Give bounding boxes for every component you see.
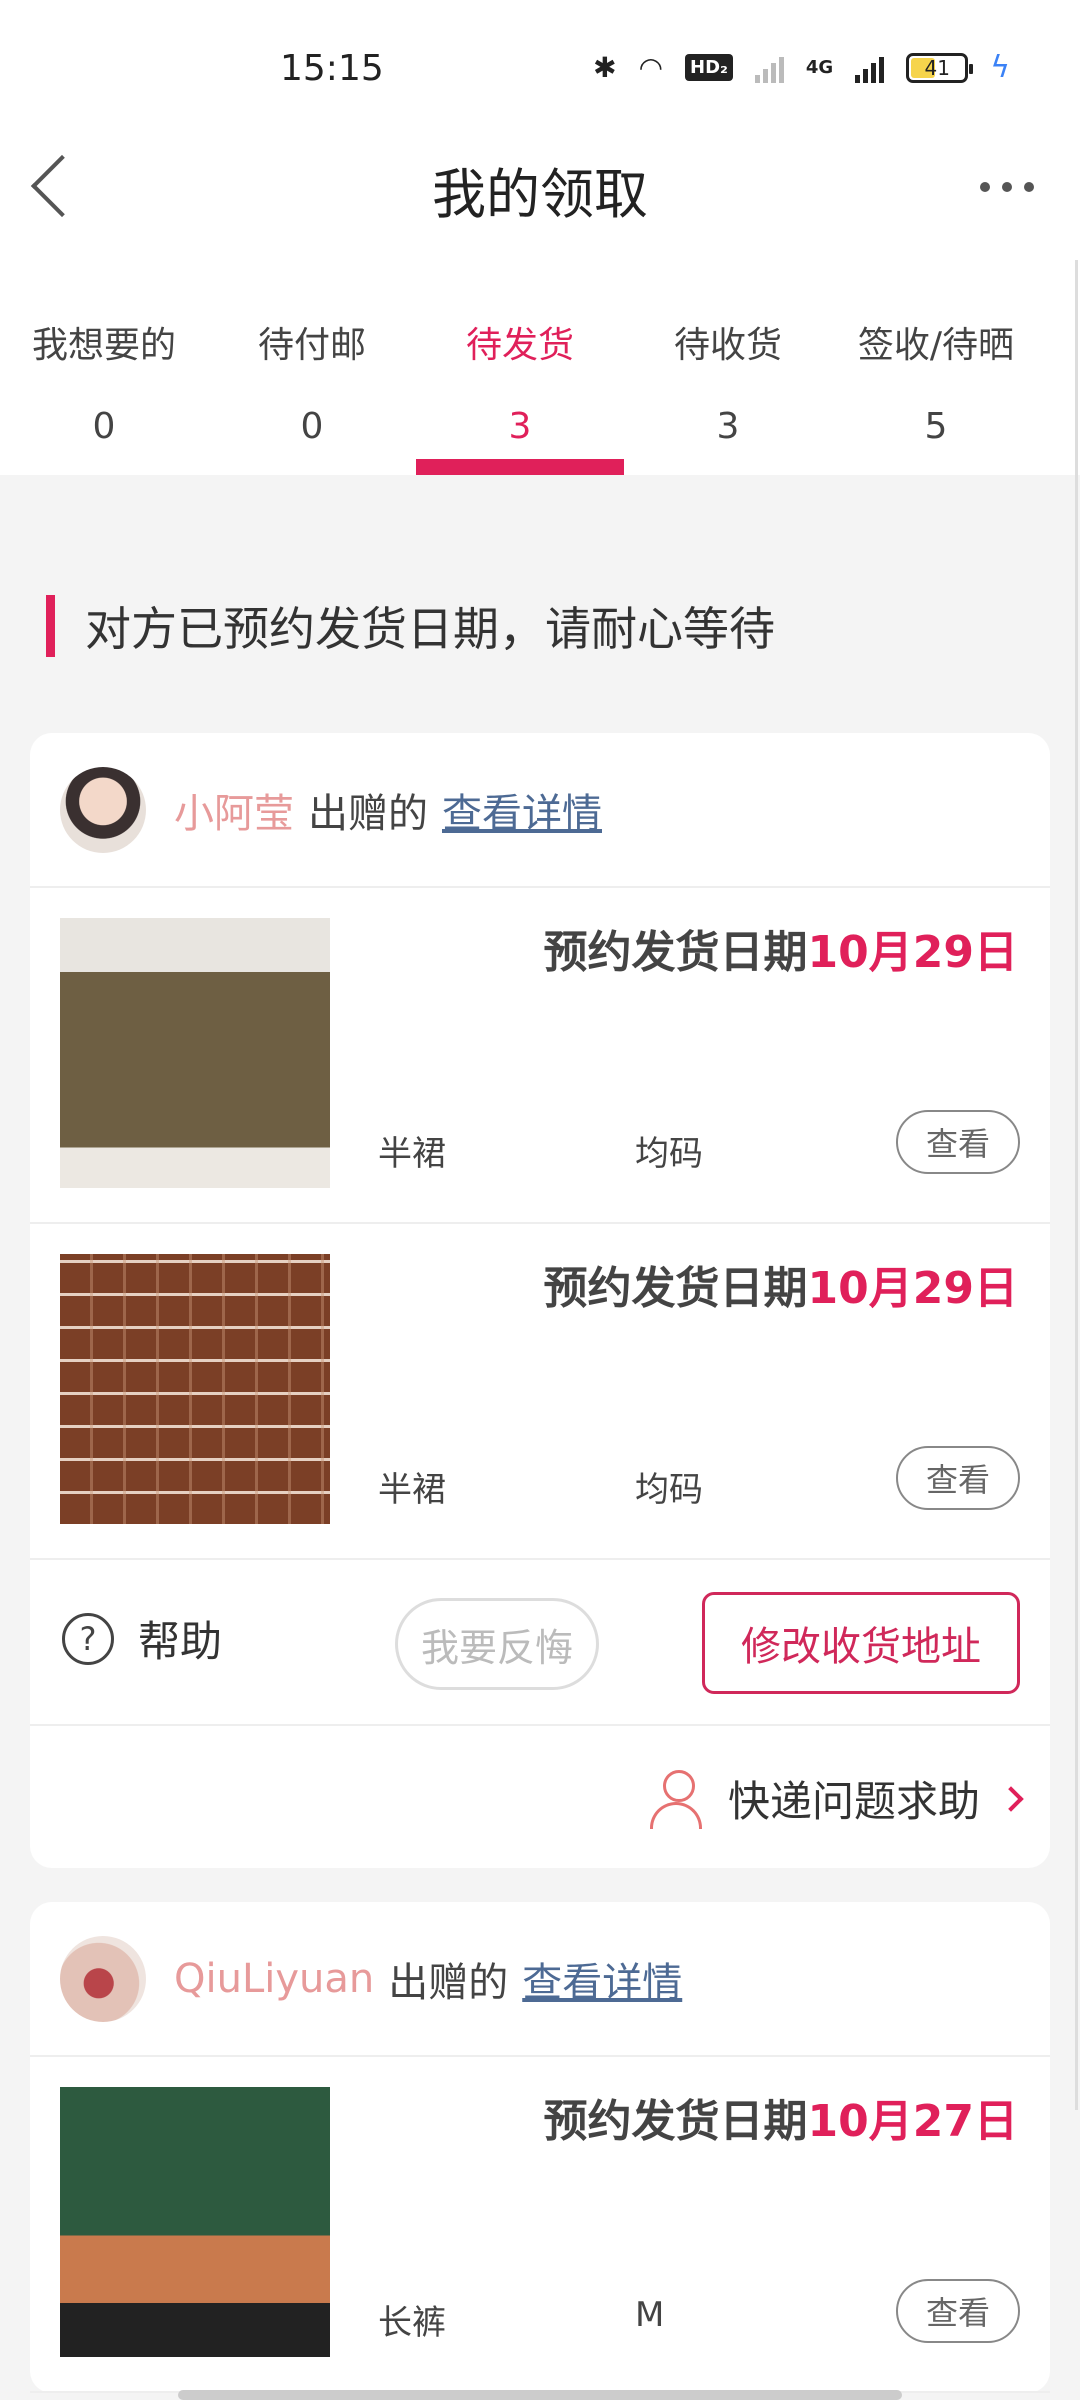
tab-label: 待付邮 <box>257 325 366 366</box>
tab-label: 签收/待晒 <box>857 325 1015 366</box>
tab-label: 待发货 <box>465 325 574 366</box>
tab-label: 待收货 <box>673 325 782 366</box>
network-type: 4G <box>805 57 834 78</box>
tab-want[interactable]: 我想要的 0 <box>0 300 208 475</box>
item-category: 半裙 <box>378 1134 446 1174</box>
charging-icon: ϟ <box>990 50 1010 85</box>
tab-count: 0 <box>92 406 116 447</box>
gave-text: 出赠的 <box>308 790 428 837</box>
status-time: 15:15 <box>280 48 384 89</box>
list-item: 预约发货日期10月29日 半裙 均码 查看 <box>30 888 1050 1224</box>
header-area: 15:15 ✱ ◠ HD₂ 4G 41 ϟ 我的领取 我想要的 0 待付邮 0 … <box>0 0 1080 475</box>
express-help-row: 快递问题求助 <box>30 1726 1050 1868</box>
card-header: 小阿莹 出赠的 查看详情 <box>30 733 1050 888</box>
notice-banner: 对方已预约发货日期，请耐心等待 <box>46 595 775 657</box>
tab-count: 3 <box>508 406 532 447</box>
question-icon: ? <box>62 1612 114 1665</box>
tab-pending-shipment[interactable]: 待发货 3 <box>416 300 624 475</box>
gave-text: 出赠的 <box>388 1959 509 2006</box>
tab-pending-postage[interactable]: 待付邮 0 <box>208 300 416 475</box>
regret-button[interactable]: 我要反悔 <box>395 1598 599 1690</box>
card-actions: ? 帮助 我要反悔 修改收货地址 <box>30 1560 1050 1726</box>
wifi-icon: ◠ <box>638 51 663 84</box>
express-help-label: 快递问题求助 <box>727 1777 980 1826</box>
help-button[interactable]: ? 帮助 <box>62 1608 222 1669</box>
item-photo[interactable] <box>60 1254 330 1524</box>
bluetooth-icon: ✱ <box>593 51 617 84</box>
item-photo[interactable] <box>60 2087 330 2357</box>
ship-date: 预约发货日期10月29日 <box>543 927 1018 978</box>
battery-icon: 41 <box>906 52 974 83</box>
chevron-right-icon <box>998 1785 1024 1812</box>
page-title: 我的领取 <box>432 163 648 226</box>
item-size: M <box>635 2295 665 2335</box>
signal-icon <box>855 53 885 83</box>
card-header: QiuLiyuan 出赠的 查看详情 <box>30 1902 1050 2057</box>
giver-name[interactable]: QiuLiyuan <box>174 1956 374 2002</box>
tab-count: 0 <box>300 406 324 447</box>
bottom-bar <box>178 2390 902 2400</box>
status-icons: ✱ ◠ HD₂ 4G 41 ϟ <box>593 50 1010 85</box>
view-details-link[interactable]: 查看详情 <box>522 1950 682 2008</box>
tab-count: 3 <box>716 406 740 447</box>
item-category: 半裙 <box>378 1470 446 1510</box>
view-button[interactable]: 查看 <box>896 2279 1020 2343</box>
view-details-link[interactable]: 查看详情 <box>442 781 602 839</box>
avatar[interactable] <box>60 766 146 853</box>
view-button[interactable]: 查看 <box>896 1446 1020 1510</box>
item-size: 均码 <box>635 1134 703 1174</box>
gift-card: 小阿莹 出赠的 查看详情 预约发货日期10月29日 半裙 均码 查看 预约发货日… <box>30 733 1050 1868</box>
view-button[interactable]: 查看 <box>896 1110 1020 1174</box>
tab-count: 5 <box>924 406 948 447</box>
express-help-link[interactable]: 快递问题求助 <box>649 1768 1024 1829</box>
ship-date: 预约发货日期10月27日 <box>543 2096 1018 2147</box>
notice-accent-bar <box>46 595 55 657</box>
scrollbar[interactable] <box>1075 260 1078 2110</box>
tab-label: 我想要的 <box>31 325 176 366</box>
avatar[interactable] <box>60 1935 146 2022</box>
more-icon[interactable] <box>980 182 1034 192</box>
tab-signed[interactable]: 签收/待晒 5 <box>832 300 1040 475</box>
list-item: 预约发货日期10月27日 长裤 M 查看 <box>30 2057 1050 2393</box>
change-address-button[interactable]: 修改收货地址 <box>702 1592 1020 1694</box>
item-photo[interactable] <box>60 918 330 1188</box>
gift-card: QiuLiyuan 出赠的 查看详情 预约发货日期10月27日 长裤 M 查看 <box>30 1902 1050 2393</box>
ship-date: 预约发货日期10月29日 <box>543 1263 1018 1314</box>
signal-icon <box>754 53 784 83</box>
notice-text: 对方已预约发货日期，请耐心等待 <box>85 602 775 656</box>
item-size: 均码 <box>635 1470 703 1510</box>
tab-bar: 我想要的 0 待付邮 0 待发货 3 待收货 3 签收/待晒 5 <box>0 300 1080 475</box>
list-item: 预约发货日期10月29日 半裙 均码 查看 <box>30 1224 1050 1560</box>
hd-badge: HD₂ <box>685 54 733 81</box>
tab-pending-receipt[interactable]: 待收货 3 <box>624 300 832 475</box>
person-icon <box>649 1769 702 1829</box>
giver-name[interactable]: 小阿莹 <box>174 781 294 839</box>
help-label: 帮助 <box>138 1617 223 1666</box>
item-category: 长裤 <box>378 2303 446 2343</box>
